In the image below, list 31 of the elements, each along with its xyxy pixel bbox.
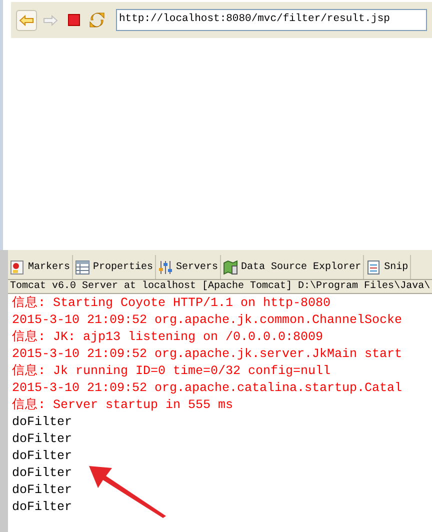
console-line: 信息: Starting Coyote HTTP/1.1 on http-8080 — [12, 295, 331, 312]
table-icon — [75, 260, 90, 274]
map-icon — [223, 260, 238, 274]
address-field[interactable]: http://localhost:8080/mvc/filter/result.jsp — [116, 9, 427, 31]
console-line: doFilter — [12, 465, 72, 482]
console-line: 信息: JK: ajp13 listening on /0.0.0.0:8009 — [12, 329, 324, 346]
console-line: 信息: Server startup in 555 ms — [12, 397, 234, 414]
console-line: doFilter — [12, 448, 72, 465]
console-line: 信息: Jk running ID=0 time=0/32 config=null — [12, 363, 331, 380]
console-line: doFilter — [12, 482, 72, 499]
sliders-icon — [158, 260, 174, 274]
refresh-icon[interactable] — [88, 11, 106, 29]
view-tab[interactable]: Properties — [73, 255, 156, 279]
back-arrow-icon — [19, 14, 34, 26]
console-line: 2015-3-10 21:09:52 org.apache.jk.server.JkMain start — [12, 346, 402, 363]
view-tab[interactable]: Markers — [8, 255, 74, 279]
view-tab[interactable]: Data Source Explorer — [221, 255, 364, 279]
address-text: http://localhost:8080/mvc/filter/result.jsp — [119, 12, 390, 28]
forward-arrow-icon[interactable] — [43, 14, 58, 26]
console-line: 2015-3-10 21:09:52 org.apache.catalina.startup.Catal — [12, 380, 402, 397]
console-header: Tomcat v6.0 Server at localhost [Apache Tomcat] D:\Program Files\Java\ — [8, 280, 432, 294]
list-icon — [366, 260, 382, 274]
console-line: doFilter — [12, 414, 72, 431]
view-tab[interactable]: Snip — [364, 255, 412, 279]
console-line: doFilter — [12, 431, 72, 448]
console-line: 2015-3-10 21:09:52 org.apache.jk.common.ChannelSocke — [12, 312, 402, 329]
markers-icon — [10, 260, 25, 274]
back-button[interactable] — [16, 10, 37, 30]
console-line: doFilter — [12, 499, 72, 516]
view-tab[interactable]: Servers — [156, 255, 222, 279]
stop-icon[interactable] — [68, 14, 80, 26]
